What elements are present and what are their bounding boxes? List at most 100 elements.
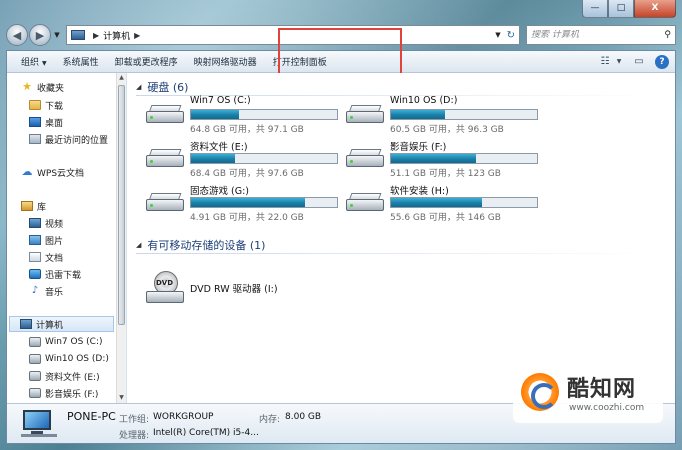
- refresh-icon[interactable]: ↻: [507, 30, 515, 41]
- sidebar-item-documents[interactable]: 文档: [29, 249, 63, 265]
- group-divider: [136, 253, 656, 254]
- drive-item[interactable]: 影音娱乐 (F:) 51.1 GB 可用，共 123 GB: [346, 139, 546, 179]
- drive-item[interactable]: 资料文件 (E:) 68.4 GB 可用，共 97.6 GB: [146, 139, 346, 179]
- sidebar-item-wps-cloud[interactable]: ☁ WPS云文档: [21, 164, 85, 180]
- drive-size-text: 60.5 GB 可用，共 96.3 GB: [390, 125, 504, 135]
- drive-name: Win7 OS (C:): [190, 95, 251, 106]
- preview-pane-icon[interactable]: ▭: [631, 55, 647, 69]
- recent-places-icon: [29, 134, 41, 144]
- explorer-window: 组织 ▼ 系统属性 卸载或更改程序 映射网络驱动器 打开控制面板 ☷ ▼ ▭ ? …: [6, 28, 676, 444]
- group-title: 有可移动存储的设备 (1): [147, 239, 266, 252]
- coozhi-logo-icon: [521, 373, 559, 411]
- sidebar-item-label: 视频: [45, 219, 64, 230]
- breadcrumb-separator[interactable]: ▶: [93, 31, 99, 40]
- drive-info: 固态游戏 (G:) 4.91 GB 可用，共 22.0 GB: [190, 183, 340, 223]
- drive-usage-bar: [190, 109, 338, 120]
- keyboard-graphic: [21, 434, 57, 437]
- watermark-url: www.coozhi.com: [569, 403, 645, 413]
- drive-item[interactable]: 固态游戏 (G:) 4.91 GB 可用，共 22.0 GB: [146, 183, 346, 223]
- help-icon[interactable]: ?: [655, 54, 669, 69]
- sidebar-item-favorites[interactable]: ★ 收藏夹: [21, 79, 64, 95]
- sidebar-item-videos[interactable]: 视频: [29, 215, 63, 231]
- library-icon: [21, 201, 33, 211]
- sidebar-item-label: 图片: [45, 236, 64, 247]
- computer-icon: [20, 319, 32, 329]
- breadcrumb-trailing-separator[interactable]: ▶: [134, 31, 140, 40]
- sidebar-item-drive-c[interactable]: Win7 OS (C:): [29, 334, 103, 350]
- sidebar-item-recent-places[interactable]: 最近访问的位置: [29, 131, 108, 147]
- open-control-panel-button[interactable]: 打开控制面板: [265, 55, 335, 68]
- sidebar-item-label: 下载: [45, 101, 64, 112]
- collapse-triangle-icon[interactable]: ◢: [136, 241, 141, 249]
- sidebar-item-downloads[interactable]: 下载: [29, 97, 63, 113]
- music-icon: ♪: [31, 285, 39, 296]
- collapse-triangle-icon[interactable]: ◢: [136, 83, 141, 91]
- map-network-drive-button[interactable]: 映射网络驱动器: [186, 55, 265, 68]
- sidebar-item-label: 计算机: [36, 320, 64, 331]
- drive-usage-bar: [390, 109, 538, 120]
- sidebar-item-drive-d[interactable]: Win10 OS (D:): [29, 351, 109, 367]
- thunder-icon: [29, 269, 41, 279]
- minimize-button[interactable]: —: [582, 0, 608, 18]
- drive-usage-fill: [391, 198, 482, 207]
- scroll-up-arrow-icon[interactable]: ▲: [117, 73, 126, 83]
- group-title: 硬盘 (6): [147, 81, 189, 94]
- uninstall-program-button[interactable]: 卸载或更改程序: [107, 55, 186, 68]
- drive-item[interactable]: Win10 OS (D:) 60.5 GB 可用，共 96.3 GB: [346, 95, 546, 135]
- drive-name: 软件安装 (H:): [390, 186, 449, 197]
- sidebar-scrollbar[interactable]: ▲ ▼: [116, 73, 126, 403]
- hard-drive-icon: [146, 193, 184, 213]
- memory-label: 内存:: [259, 415, 281, 425]
- computer-large-icon: [21, 410, 57, 437]
- sidebar-item-drive-f[interactable]: 影音娱乐 (F:): [29, 385, 98, 401]
- search-input[interactable]: [531, 30, 665, 40]
- group-header-hard-disks[interactable]: ◢ 硬盘 (6): [136, 79, 656, 96]
- maximize-button[interactable]: □: [608, 0, 634, 18]
- sidebar-item-label: WPS云文档: [37, 168, 85, 179]
- sidebar-item-label: 资料文件 (E:): [45, 372, 100, 383]
- recent-pages-dropdown[interactable]: ▼: [52, 31, 62, 39]
- scroll-down-arrow-icon[interactable]: ▼: [117, 393, 126, 403]
- drive-name: 资料文件 (E:): [190, 142, 248, 153]
- sidebar-item-drive-e[interactable]: 资料文件 (E:): [29, 368, 100, 384]
- sidebar-item-music[interactable]: ♪ 音乐: [29, 283, 63, 299]
- drive-item[interactable]: 软件安装 (H:) 55.6 GB 可用，共 146 GB: [346, 183, 546, 223]
- dvd-drive-item[interactable]: DVD DVD RW 驱动器 (I:): [146, 271, 346, 311]
- drive-led-graphic: [350, 116, 353, 119]
- sidebar-item-label: 库: [37, 202, 47, 213]
- organize-button[interactable]: 组织 ▼: [13, 55, 55, 68]
- hard-drive-icon: [346, 149, 384, 169]
- sidebar-item-thunder-downloads[interactable]: 迅雷下载: [29, 266, 81, 282]
- sidebar-item-desktop[interactable]: 桌面: [29, 114, 63, 130]
- sidebar-item-pictures[interactable]: 图片: [29, 232, 63, 248]
- computer-icon: [71, 30, 85, 40]
- back-button[interactable]: ◀: [6, 24, 28, 46]
- sidebar-item-label: Win10 OS (D:): [45, 354, 109, 364]
- drive-usage-fill: [191, 110, 240, 119]
- sidebar-item-label: 文档: [45, 253, 64, 264]
- sidebar-item-computer[interactable]: 计算机: [9, 316, 114, 332]
- view-caret-icon[interactable]: ▼: [615, 55, 623, 69]
- drive-usage-fill: [191, 198, 305, 207]
- address-bar[interactable]: ▶ 计算机 ▶ ▼ ↻: [66, 25, 520, 45]
- scrollbar-thumb[interactable]: [118, 85, 125, 325]
- breadcrumb-computer[interactable]: 计算机: [103, 29, 130, 42]
- drive-info: 资料文件 (E:) 68.4 GB 可用，共 97.6 GB: [190, 139, 340, 179]
- change-view-icon[interactable]: ☷: [597, 55, 613, 69]
- drive-led-graphic: [350, 204, 353, 207]
- sidebar-item-libraries[interactable]: 库: [21, 198, 46, 214]
- dvd-drive-name: DVD RW 驱动器 (I:): [190, 284, 278, 295]
- search-box[interactable]: ⚲: [526, 25, 676, 45]
- close-button[interactable]: X: [634, 0, 676, 18]
- drive-icon: [29, 388, 41, 398]
- search-icon[interactable]: ⚲: [664, 30, 671, 40]
- picture-icon: [29, 235, 41, 245]
- forward-button[interactable]: ▶: [29, 24, 51, 46]
- watermark-title: 酷知网: [567, 377, 637, 402]
- video-icon: [29, 218, 41, 228]
- group-header-removable[interactable]: ◢ 有可移动存储的设备 (1): [136, 237, 656, 254]
- system-properties-button[interactable]: 系统属性: [55, 55, 107, 68]
- navigation-bar: ◀ ▶ ▼ ▶ 计算机 ▶ ▼ ↻ ⚲: [6, 22, 676, 48]
- address-dropdown-icon[interactable]: ▼: [495, 31, 500, 39]
- drive-item[interactable]: Win7 OS (C:) 64.8 GB 可用，共 97.1 GB: [146, 95, 346, 135]
